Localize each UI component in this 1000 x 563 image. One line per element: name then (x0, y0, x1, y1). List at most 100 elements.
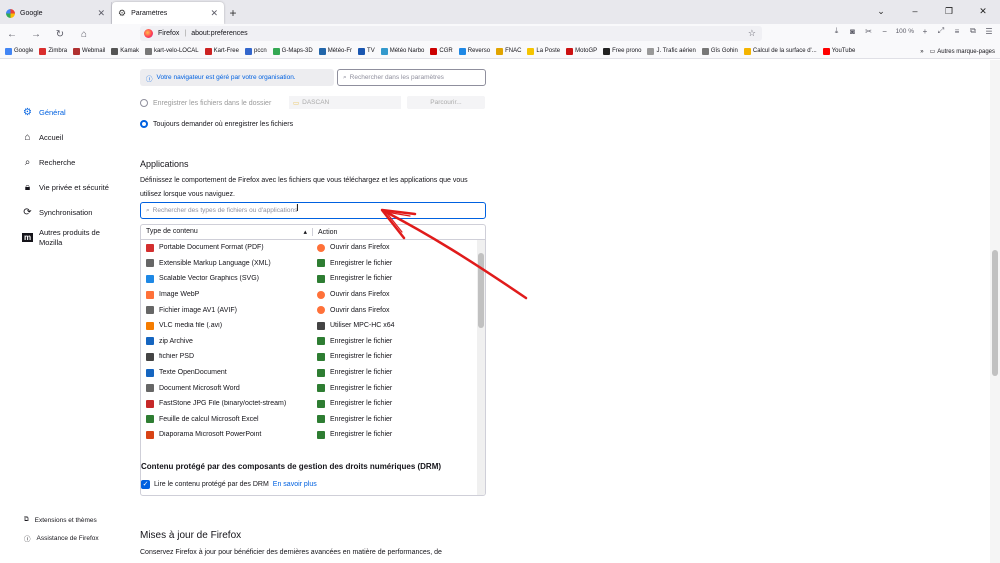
updates-heading: Mises à jour de Firefox (140, 530, 242, 541)
bookmark-item[interactable]: MotoGP (566, 47, 597, 55)
action-cell[interactable]: Enregistrer le fichier (313, 259, 392, 268)
table-row[interactable]: Feuille de calcul Microsoft Excel Enregis… (141, 412, 485, 428)
table-row[interactable]: VLC media file (.avi) Utiliser MPC-HC x64 (141, 318, 485, 334)
minus-zoom-icon[interactable]: − (880, 27, 890, 36)
bookmark-item[interactable]: Zimbra (39, 47, 67, 55)
bookmark-item[interactable]: Kamak (111, 47, 139, 55)
bookmark-item[interactable]: kart-velo-LOCAL (144, 47, 199, 55)
zoom-level[interactable]: 100 % (896, 28, 914, 35)
policy-notice[interactable]: ⓘ Votre navigateur est géré par votre or… (140, 69, 334, 86)
table-scroll-thumb[interactable] (478, 253, 484, 328)
maximize-button[interactable]: ❐ (932, 0, 966, 22)
drm-learn-more-link[interactable]: En savoir plus (273, 481, 317, 488)
menu-icon[interactable]: ☰ (984, 27, 994, 36)
bookmark-item[interactable]: Météo Narbo (380, 47, 424, 55)
drm-checkbox[interactable]: ✓ (141, 480, 150, 489)
downloads-icon[interactable]: ⤓ (832, 26, 842, 36)
minimize-button[interactable]: – (898, 0, 932, 22)
bookmark-item[interactable]: Météo-Fr (318, 47, 352, 55)
column-action-header[interactable]: Action (313, 229, 337, 236)
always-ask-radio-row[interactable]: Toujours demander où enregistrer les fic… (140, 120, 293, 128)
bookmark-item[interactable]: pccn (244, 47, 267, 55)
tab-settings[interactable]: ⚙ Paramètres ✕ (112, 2, 224, 24)
sidebar-item[interactable]: 🔒︎ Vie privée et sécurité (22, 175, 122, 200)
other-bookmarks[interactable]: ▭ Autres marque-pages (930, 48, 995, 56)
action-cell[interactable]: Enregistrer le fichier (313, 337, 392, 346)
action-cell[interactable]: Utiliser MPC-HC x64 (313, 321, 395, 330)
list-all-tabs-button[interactable]: ⌄ (864, 0, 898, 22)
table-row[interactable]: fichier PSD Enregistrer le fichier (141, 349, 485, 365)
bookmark-item[interactable]: La Poste (527, 47, 560, 55)
table-row[interactable]: Diaporama Microsoft PowerPoint Enregistre… (141, 427, 485, 443)
sidebar-item[interactable]: ⟳ Synchronisation (22, 200, 122, 225)
action-icon (317, 368, 325, 377)
pocket-icon[interactable]: ◙ (848, 27, 858, 36)
table-row[interactable]: Fichier image AV1 (AVIF) Ouvrir dans Fire… (141, 302, 485, 318)
sidebar-item[interactable]: ⌂ Accueil (22, 125, 122, 150)
table-row[interactable]: Extensible Markup Language (XML) Enregist… (141, 256, 485, 272)
close-icon[interactable]: ✕ (97, 8, 105, 19)
table-row[interactable]: zip Archive Enregistrer le fichier (141, 334, 485, 350)
action-cell[interactable]: Enregistrer le fichier (313, 274, 392, 283)
browse-button[interactable]: Parcourir... (407, 96, 485, 109)
table-row[interactable]: Document Microsoft Word Enregistrer le fi… (141, 380, 485, 396)
bookmark-item[interactable]: YouTube (822, 47, 855, 55)
close-window-button[interactable]: ✕ (966, 0, 1000, 22)
action-cell[interactable]: Enregistrer le fichier (313, 415, 392, 424)
table-row[interactable]: Portable Document Format (PDF) Ouvrir dan… (141, 240, 485, 256)
chevron-right-icon[interactable]: » (920, 49, 923, 55)
fullscreen-icon[interactable]: ⤢ (936, 26, 946, 36)
star-icon[interactable]: ☆ (748, 28, 756, 39)
bookmark-item[interactable]: TV (358, 47, 375, 55)
forward-arrow-icon[interactable]: → (28, 26, 44, 42)
sidebar-footer-item[interactable]: ⧉ Extensions et thèmes (24, 511, 99, 529)
sidebar-item[interactable]: m Autres produits de Mozilla (22, 225, 122, 250)
url-bar[interactable]: Firefox | about:preferences ☆ (140, 26, 762, 41)
action-cell[interactable]: Enregistrer le fichier (313, 368, 392, 377)
radio-always-ask[interactable] (140, 120, 148, 128)
radio-save-to[interactable] (140, 99, 148, 107)
table-row[interactable]: Scalable Vector Graphics (SVG) Enregistre… (141, 271, 485, 287)
settings-search-input[interactable]: ⌕ Rechercher dans les paramètres (337, 69, 486, 86)
back-arrow-icon[interactable]: ← (4, 26, 20, 42)
bookmark-item[interactable]: J. Trafic aérien (647, 47, 696, 55)
sidebar-item[interactable]: ⌕ Recherche (22, 150, 122, 175)
action-cell[interactable]: Enregistrer le fichier (313, 399, 392, 408)
library-icon[interactable]: ≡ (952, 27, 962, 36)
plus-zoom-icon[interactable]: + (920, 27, 930, 36)
action-cell[interactable]: Enregistrer le fichier (313, 352, 392, 361)
extensions-icon[interactable]: ⧉ (968, 26, 978, 36)
bookmark-item[interactable]: Calcul de la surface d'... (743, 47, 817, 55)
bookmark-item[interactable]: G-Maps-3D (272, 47, 313, 55)
drm-checkbox-row: ✓ Lire le contenu protégé par des DRM En… (141, 480, 317, 489)
applications-search-input[interactable]: ⌕ Rechercher des types de fichiers ou d'… (140, 202, 486, 219)
action-cell[interactable]: Ouvrir dans Firefox (313, 290, 390, 299)
table-row[interactable]: Texte OpenDocument Enregistrer le fichier (141, 365, 485, 381)
bookmark-item[interactable]: Reverso (458, 47, 490, 55)
bookmark-item[interactable]: Webmail (73, 47, 105, 55)
bookmark-item[interactable]: Kart-Free (204, 47, 239, 55)
url-text[interactable]: about:preferences (191, 30, 247, 37)
action-cell[interactable]: Enregistrer le fichier (313, 430, 392, 439)
bookmark-item[interactable]: CGR (430, 47, 453, 55)
bookmark-item[interactable]: Free prono (603, 47, 641, 55)
close-icon[interactable]: ✕ (210, 8, 218, 19)
tab-google[interactable]: Google ✕ (0, 2, 112, 24)
action-cell[interactable]: Ouvrir dans Firefox (313, 243, 390, 252)
bookmark-item[interactable]: Gîs Gohin (701, 47, 738, 55)
sidebar-item[interactable]: ⚙ Général (22, 100, 122, 125)
home-icon[interactable]: ⌂ (76, 26, 92, 42)
save-to-radio-row[interactable]: Enregistrer les fichiers dans le dossier (140, 99, 271, 107)
table-row[interactable]: FastStone JPG File (binary/octet-stream)… (141, 396, 485, 412)
sidebar-footer-item[interactable]: ⓘ Assistance de Firefox (24, 529, 99, 547)
action-cell[interactable]: Ouvrir dans Firefox (313, 306, 390, 315)
table-row[interactable]: Image WebP Ouvrir dans Firefox (141, 287, 485, 303)
column-type-header[interactable]: Type de contenu ▴ (141, 228, 313, 236)
bookmark-item[interactable]: FNAC (496, 47, 521, 55)
page-scroll-thumb[interactable] (992, 250, 998, 376)
bookmark-item[interactable]: Google (5, 47, 33, 55)
screenshot-icon[interactable]: ✂ (864, 27, 874, 36)
new-tab-button[interactable]: + (224, 2, 242, 24)
reload-icon[interactable]: ↻ (52, 26, 68, 42)
action-cell[interactable]: Enregistrer le fichier (313, 384, 392, 393)
